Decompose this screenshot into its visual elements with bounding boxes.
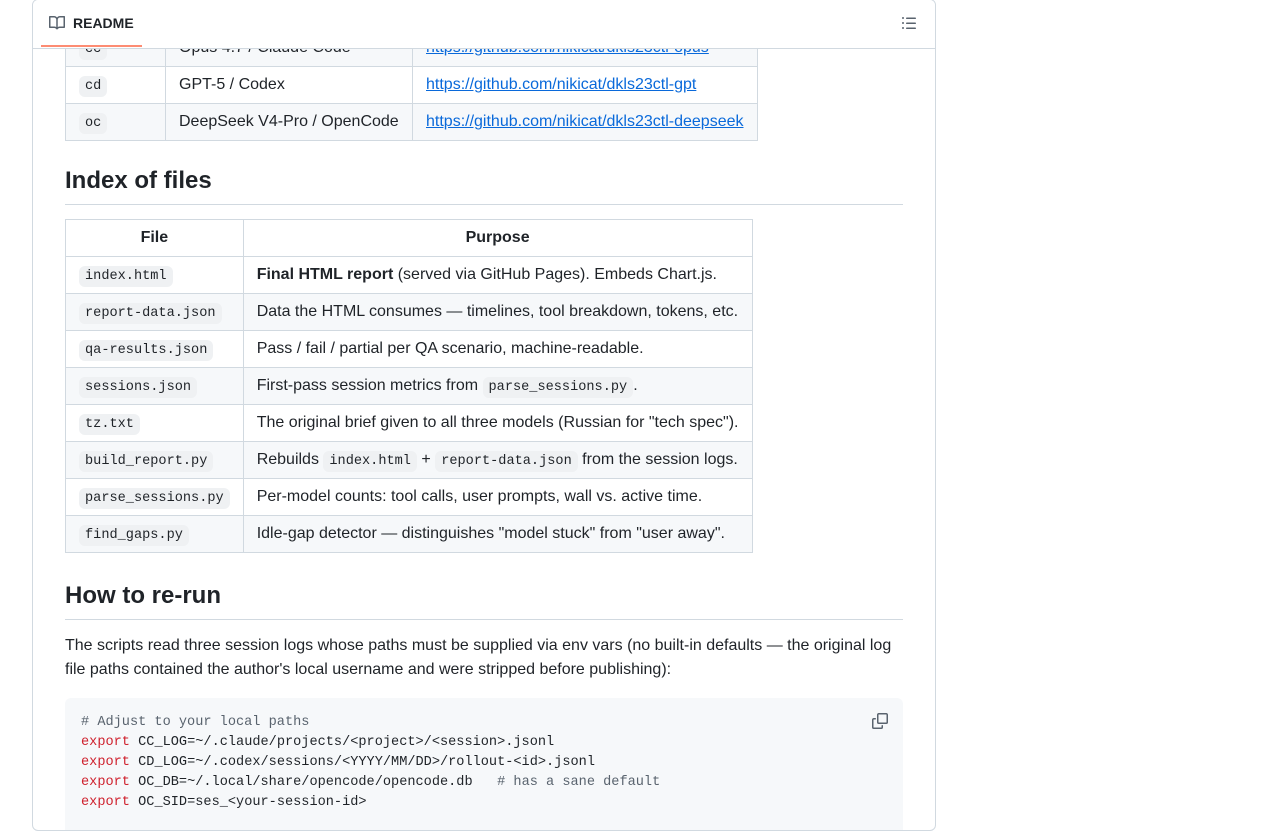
code-keyword: export <box>81 735 130 750</box>
code-line: export CD_LOG=~/.codex/sessions/<YYYY/MM… <box>81 755 595 770</box>
inline-code: report-data.json <box>435 451 578 472</box>
file-name: tz.txt <box>79 414 140 435</box>
table-row: qa-results.json Pass / fail / partial pe… <box>65 330 753 368</box>
table-row: oc DeepSeek V4-Pro / OpenCode https://gi… <box>65 103 758 141</box>
purpose-text: (served via GitHub Pages). Embeds Chart.… <box>393 266 717 283</box>
purpose-cell: Data the HTML consumes — timelines, tool… <box>242 293 753 331</box>
files-table: File Purpose index.html Final HTML repor… <box>65 219 753 553</box>
index-heading: Index of files <box>65 167 903 205</box>
inline-code: parse_sessions.py <box>482 377 634 398</box>
readme-tab[interactable]: README <box>41 0 142 47</box>
code-line: export CC_LOG=~/.claude/projects/<projec… <box>81 735 555 750</box>
table-cell: DeepSeek V4-Pro / OpenCode <box>165 103 413 141</box>
purpose-text: + <box>416 451 436 468</box>
code-line: export OC_DB=~/.local/share/opencode/ope… <box>81 775 661 790</box>
purpose-cell: Idle-gap detector — distinguishes "model… <box>242 515 753 553</box>
readme-header: README <box>33 0 935 49</box>
outline-button[interactable] <box>901 15 919 33</box>
table-row: report-data.json Data the HTML consumes … <box>65 293 753 331</box>
env-var-value: ~/.claude/projects/<project>/<session>.j… <box>195 735 555 750</box>
table-row: sessions.json First-pass session metrics… <box>65 367 753 405</box>
env-var-name: OC_DB <box>138 775 179 790</box>
file-name: sessions.json <box>79 377 198 398</box>
readme-tab-label: README <box>73 14 134 31</box>
purpose-text: from the session logs. <box>577 451 738 468</box>
env-var-name: CC_LOG <box>138 735 188 750</box>
table-cell: GPT-5 / Codex <box>165 66 413 104</box>
purpose-bold: Final HTML report <box>256 266 394 283</box>
file-cell: qa-results.json <box>65 330 244 368</box>
purpose-cell: First-pass session metrics from parse_se… <box>242 367 753 405</box>
file-cell: sessions.json <box>65 367 244 405</box>
inline-code: index.html <box>323 451 417 472</box>
file-name: qa-results.json <box>79 340 214 361</box>
env-var-value: ses_<your-session-id> <box>195 795 367 810</box>
env-var-value: ~/.codex/sessions/<YYYY/MM/DD>/rollout-<… <box>195 755 595 770</box>
purpose-cell: The original brief given to all three mo… <box>242 404 753 442</box>
file-cell: parse_sessions.py <box>65 478 244 516</box>
table-row: tz.txt The original brief given to all t… <box>65 404 753 442</box>
repo-link[interactable]: https://github.com/nikicat/dkls23ctl-gpt <box>426 76 696 93</box>
purpose-cell: Per-model counts: tool calls, user promp… <box>242 478 753 516</box>
purpose-cell: Rebuilds index.html + report-data.json f… <box>242 441 753 479</box>
book-icon <box>49 15 65 29</box>
model-code: cd <box>79 76 108 97</box>
purpose-text: First-pass session metrics from <box>256 377 483 394</box>
code-line: export OC_SID=ses_<your-session-id> <box>81 795 367 810</box>
file-name: find_gaps.py <box>79 525 189 546</box>
code-keyword: export <box>81 795 130 810</box>
table-row: build_report.py Rebuilds index.html + re… <box>65 441 753 479</box>
table-row: parse_sessions.py Per-model counts: tool… <box>65 478 753 516</box>
file-cell: build_report.py <box>65 441 244 479</box>
env-var-name: OC_SID <box>138 795 188 810</box>
code-keyword: export <box>81 775 130 790</box>
readme-container: cc Opus 4.7 / Claude Code https://github… <box>32 0 936 831</box>
table-cell: https://github.com/nikicat/dkls23ctl-dee… <box>412 103 758 141</box>
table-row: index.html Final HTML report (served via… <box>65 256 753 294</box>
code-block: # Adjust to your local paths export CC_L… <box>65 698 903 830</box>
purpose-text: Rebuilds <box>256 451 324 468</box>
code-keyword: export <box>81 755 130 770</box>
table-row: cd GPT-5 / Codex https://github.com/niki… <box>65 66 758 104</box>
file-cell: report-data.json <box>65 293 244 331</box>
copy-button[interactable] <box>869 710 891 732</box>
table-header-row: File Purpose <box>65 219 753 257</box>
code-comment: # has a sane default <box>497 775 661 790</box>
env-var-name: CD_LOG <box>138 755 188 770</box>
file-cell: tz.txt <box>65 404 244 442</box>
column-header-file: File <box>65 219 244 257</box>
purpose-cell: Pass / fail / partial per QA scenario, m… <box>242 330 753 368</box>
table-cell: oc <box>65 103 166 141</box>
purpose-text: . <box>633 377 638 394</box>
column-header-purpose: Purpose <box>242 219 753 257</box>
model-code: oc <box>79 113 108 134</box>
purpose-cell: Final HTML report (served via GitHub Pag… <box>242 256 753 294</box>
list-unordered-icon <box>902 17 916 29</box>
rerun-paragraph: The scripts read three session logs whos… <box>65 637 892 678</box>
file-cell: index.html <box>65 256 244 294</box>
code-content: # Adjust to your local paths export CC_L… <box>65 698 903 828</box>
env-var-value: ~/.local/share/opencode/opencode.db <box>187 775 498 790</box>
file-name: build_report.py <box>79 451 214 472</box>
table-cell: cd <box>65 66 166 104</box>
repo-link[interactable]: https://github.com/nikicat/dkls23ctl-dee… <box>426 113 744 130</box>
file-name: index.html <box>79 266 173 287</box>
file-name: parse_sessions.py <box>79 488 230 509</box>
file-name: report-data.json <box>79 303 222 324</box>
copy-icon <box>872 713 888 729</box>
table-cell: https://github.com/nikicat/dkls23ctl-gpt <box>412 66 758 104</box>
code-comment: # Adjust to your local paths <box>81 715 310 730</box>
table-row: find_gaps.py Idle-gap detector — disting… <box>65 515 753 553</box>
rerun-heading: How to re-run <box>65 582 903 620</box>
file-cell: find_gaps.py <box>65 515 244 553</box>
